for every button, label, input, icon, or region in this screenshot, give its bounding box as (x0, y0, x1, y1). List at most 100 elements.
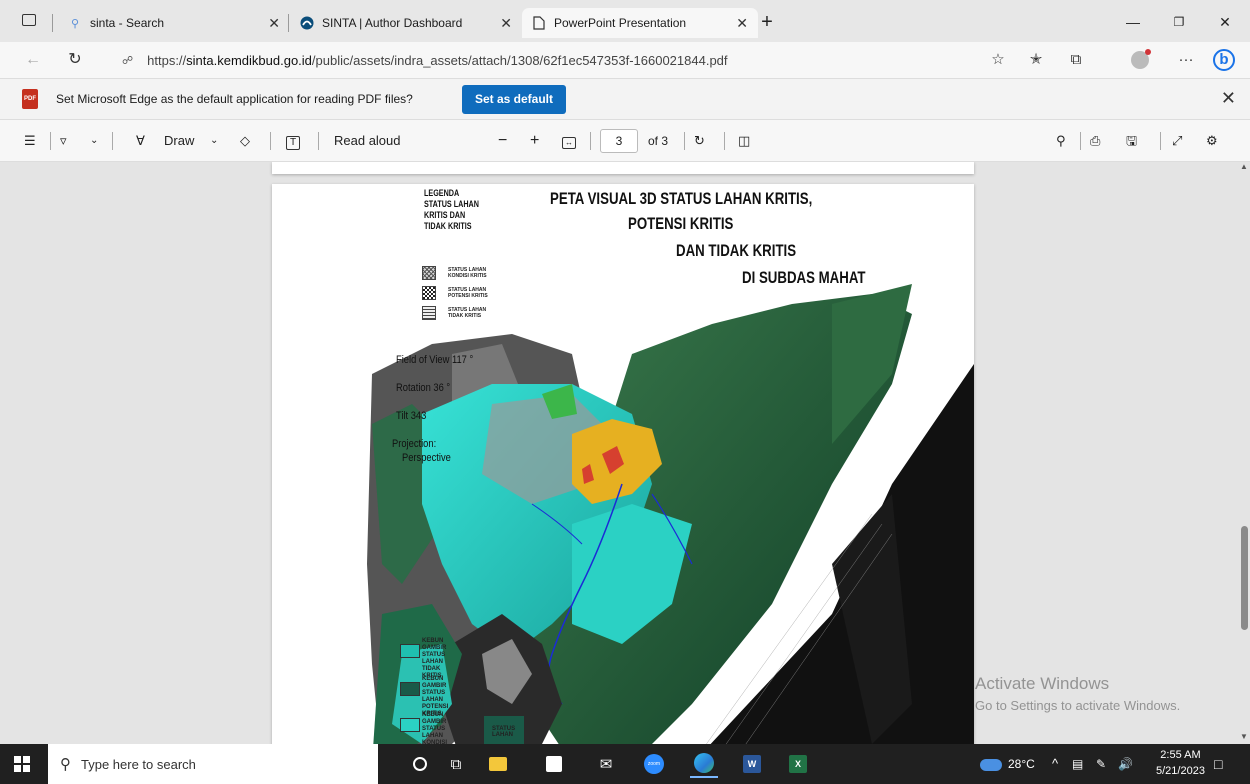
pdf-icon: PDF (22, 89, 38, 109)
address-bar[interactable]: ☍ https://sinta.kemdikbud.go.id/public/a… (110, 46, 960, 74)
bottom-legend-item: KEBUN GAMBIR STATUS LAHAN TIDAK KRITIS (400, 638, 454, 680)
close-window-button[interactable]: ✕ (1202, 10, 1248, 34)
windows-start-icon[interactable] (14, 756, 30, 772)
pen-icon[interactable]: ✎ (1096, 744, 1106, 784)
infobar-message: Set Microsoft Edge as the default applic… (56, 92, 413, 106)
zoom-out-button[interactable]: − (498, 130, 507, 152)
default-app-infobar: PDF Set Microsoft Edge as the default ap… (0, 78, 1250, 120)
read-aloud-button[interactable]: Read aloud (334, 130, 401, 152)
tab-powerpoint-presentation[interactable]: PowerPoint Presentation ✕ (522, 8, 758, 38)
network-icon[interactable]: ▤ (1072, 744, 1083, 784)
file-explorer-icon[interactable] (484, 750, 512, 778)
show-hidden-icons-icon[interactable]: ^ (1052, 744, 1058, 784)
settings-gear-icon[interactable]: ⚙ (1206, 130, 1218, 152)
legend-label: KEBUN GAMBIR STATUS LAHAN KONDISI KRITIS (422, 712, 448, 744)
tilt-label: Tilt 343 (396, 410, 427, 422)
lock-icon: ☍ (122, 54, 134, 67)
bing-chat-icon[interactable]: b (1210, 48, 1238, 72)
close-tab-icon[interactable]: ✕ (268, 15, 280, 32)
page-number-input[interactable]: 3 (600, 129, 638, 153)
microsoft-store-icon[interactable] (540, 750, 568, 778)
tab-actions-icon[interactable] (22, 14, 36, 26)
table-of-contents-icon[interactable]: ☰ (24, 130, 36, 152)
zoom-app-icon[interactable]: zoom (640, 750, 668, 778)
edge-browser-icon[interactable] (690, 750, 718, 778)
legend-swatch (422, 306, 436, 320)
tab-sinta-author-dashboard[interactable]: SINTA | Author Dashboard ✕ (290, 8, 522, 38)
legend-swatch (400, 682, 420, 696)
scroll-down-arrow[interactable]: ▼ (1240, 732, 1248, 741)
expand-icon[interactable]: ⤢ (1172, 130, 1182, 152)
fit-to-page-icon[interactable]: ↔ (562, 130, 576, 152)
previous-page-edge (272, 162, 974, 174)
excel-icon[interactable]: X (784, 750, 812, 778)
draw-dropdown-icon[interactable]: ⌄ (210, 130, 218, 152)
minimize-button[interactable]: — (1110, 10, 1156, 34)
draw-icon[interactable]: ∀ (136, 130, 145, 152)
legend-title-line: TIDAK KRITIS (424, 221, 472, 231)
set-as-default-button[interactable]: Set as default (462, 85, 566, 114)
url-scheme: https:// (147, 52, 187, 68)
close-tab-icon[interactable]: ✕ (736, 15, 748, 32)
profile-avatar[interactable] (1126, 48, 1154, 72)
system-clock[interactable]: 2:55 AM 5/21/2023 (1156, 747, 1205, 779)
restore-button[interactable]: ❐ (1156, 10, 1202, 34)
favorites-icon[interactable]: ✭ (1022, 48, 1050, 72)
legend-title-line: LEGENDA (424, 188, 460, 198)
tab-sinta-search[interactable]: ⚲ sinta - Search ✕ (58, 8, 290, 38)
navigation-bar: ← ↻ ☍ https://sinta.kemdikbud.go.id/publ… (0, 42, 1250, 78)
close-infobar-icon[interactable]: ✕ (1221, 88, 1236, 109)
legend-swatch (422, 266, 436, 280)
search-icon: ⚲ (70, 17, 80, 30)
tab-separator (288, 14, 289, 32)
notifications-icon[interactable]: □ (1214, 744, 1222, 784)
slide-title-line: DI SUBDAS MAHAT (742, 268, 866, 287)
highlight-dropdown-icon[interactable]: ⌄ (90, 130, 98, 152)
close-tab-icon[interactable]: ✕ (500, 15, 512, 32)
more-menu-icon[interactable]: ··· (1172, 48, 1200, 72)
vertical-scrollbar-thumb[interactable] (1241, 526, 1248, 630)
word-icon[interactable]: W (738, 750, 766, 778)
volume-icon[interactable]: 🔊 (1118, 744, 1133, 784)
legend-swatch (400, 644, 420, 658)
cortana-icon[interactable] (406, 750, 434, 778)
slide-title-line: POTENSI KRITIS (628, 214, 734, 233)
refresh-button[interactable]: ↻ (62, 48, 88, 72)
zoom-in-button[interactable]: + (530, 130, 539, 152)
tab-separator (52, 14, 53, 32)
weather-icon[interactable] (980, 744, 1002, 784)
task-view-icon[interactable]: ⧉ (442, 750, 470, 778)
search-icon[interactable]: ⚲ (1056, 130, 1066, 152)
back-button[interactable]: ← (20, 48, 46, 72)
collections-icon[interactable]: ⧉ (1062, 48, 1090, 72)
field-of-view-label: Field of View 117 ° (396, 354, 474, 366)
eraser-icon[interactable]: ◇ (240, 130, 250, 152)
new-tab-button[interactable]: + (752, 10, 782, 34)
add-favorite-icon[interactable]: ☆ (984, 48, 1012, 72)
scroll-up-arrow[interactable]: ▲ (1240, 162, 1248, 171)
mail-icon[interactable]: ✉ (592, 750, 620, 778)
print-icon[interactable]: ⎙ (1090, 130, 1100, 152)
slide-title-line: DAN TIDAK KRITIS (676, 241, 797, 260)
weather-temperature[interactable]: 28°C (1008, 744, 1035, 784)
page-view-icon[interactable]: ◫ (738, 130, 750, 152)
draw-button[interactable]: Draw (164, 130, 194, 152)
pdf-viewer[interactable]: PETA VISUAL 3D STATUS LAHAN KRITIS, POTE… (0, 162, 1250, 744)
legend-label: STATUS LAHAN KONDISI KRITIS (448, 267, 487, 279)
bottom-legend-item: KEBUN GAMBIR STATUS LAHAN KONDISI KRITIS (400, 712, 454, 744)
pdf-page: PETA VISUAL 3D STATUS LAHAN KRITIS, POTE… (272, 184, 974, 744)
highlight-icon[interactable]: ▿ (60, 130, 67, 152)
url-path: /public/assets/indra_assets/attach/1308/… (311, 52, 728, 68)
text-box-icon[interactable]: T (286, 130, 300, 152)
projection-label: Projection: (392, 438, 437, 450)
terrain-3d-map-image (367, 284, 974, 744)
legend-title-line: STATUS LAHAN (424, 199, 479, 209)
toolbar-separator (1080, 132, 1081, 150)
watermark-subtitle: Go to Settings to activate Windows. (975, 698, 1181, 713)
taskbar-search-box[interactable]: ⚲ Type here to search (48, 744, 378, 784)
rotate-icon[interactable]: ↻ (694, 130, 705, 152)
tab-title: sinta - Search (90, 16, 165, 30)
save-icon[interactable]: 🖫 (1126, 130, 1137, 152)
bottom-legend-partial: STATUS LAHAN (484, 716, 524, 744)
sinta-logo-icon (300, 16, 314, 30)
